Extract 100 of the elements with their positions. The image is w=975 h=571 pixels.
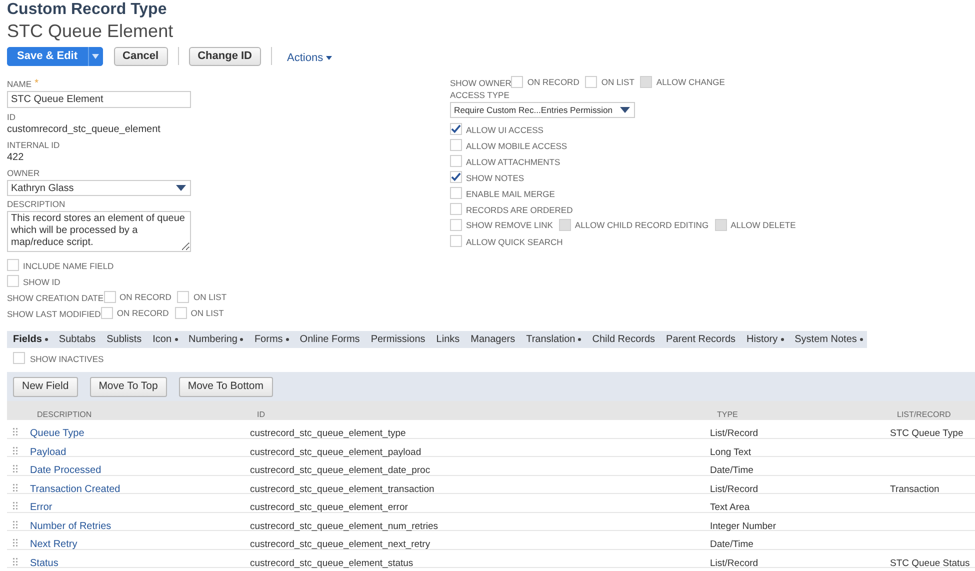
field-label: ON LIST [601,76,634,88]
sublist-button[interactable]: Move To Top [90,376,167,396]
tab[interactable]: Child Records [592,332,656,347]
field-link[interactable]: Status [30,558,58,568]
drag-handle-icon[interactable] [13,465,18,473]
field-label: SHOW INACTIVES [30,354,104,365]
field-link[interactable]: Date Processed [30,465,102,476]
tab[interactable]: Parent Records [666,332,736,347]
field-label: DESCRIPTION [7,199,66,210]
field-label: ALLOW CHANGE [656,76,725,88]
table-cell: custrecord_stc_queue_element_error [250,502,408,513]
toolbar-button[interactable]: Change ID [188,46,262,66]
toolbar-button[interactable]: Cancel [114,46,168,66]
field-label: ALLOW CHILD RECORD EDITING [574,220,709,230]
table-cell: Transaction [890,484,940,494]
field-label: ALLOW DELETE [730,220,796,230]
column-header: TYPE [717,410,738,419]
table-cell: custrecord_stc_queue_element_transaction [250,484,434,494]
description-textarea[interactable]: This record stores an element of queue which will be processed by a map/reduce script. [7,211,191,252]
field-label: INCLUDE NAME FIELD [23,261,114,272]
field-link[interactable]: Number of Retries [30,520,112,532]
sublist-button[interactable]: New Field [13,376,78,396]
field-link[interactable]: Error [30,502,52,513]
field-label: SHOW LAST MODIFIED [7,309,101,320]
table-cell: List/Record [710,558,758,568]
table-cell: Text Area [710,502,750,513]
table-cell: custrecord_stc_queue_element_next_retry [250,539,430,550]
tab[interactable]: Translation [526,332,582,347]
table-cell: custrecord_stc_queue_element_payload [250,446,422,458]
checkbox[interactable] [450,123,462,135]
tab[interactable]: Links [436,332,460,347]
table-cell: Integer Number [710,520,776,532]
field-value: customrecord_stc_queue_element [7,124,160,136]
table-cell: custrecord_stc_queue_element_num_retries [250,520,438,532]
drag-handle-icon[interactable] [13,428,18,436]
table-cell: List/Record [710,428,758,439]
tab[interactable]: System Notes [794,332,863,347]
tab[interactable]: Permissions [370,332,426,347]
field-label: ALLOW UI ACCESS [466,125,544,136]
field-label: SHOW ID [23,277,60,288]
table-cell: List/Record [710,484,758,494]
field-label: RECORDS ARE ORDERED [466,205,573,216]
field-link[interactable]: Queue Type [30,428,84,439]
tab[interactable]: Managers [470,332,516,347]
tab[interactable]: Online Forms [300,332,360,347]
field-label: ENABLE MAIL MERGE [466,189,555,200]
table-cell: custrecord_stc_queue_element_status [250,558,414,568]
checkbox[interactable] [450,171,462,183]
field-label: INTERNAL ID [7,140,60,151]
field-value: 422 [7,152,24,164]
field-link[interactable]: Transaction Created [30,484,120,494]
table-cell: STC Queue Status [890,558,970,568]
actions-menu[interactable]: Actions [287,50,332,66]
field-link[interactable]: Payload [30,446,66,458]
field-link[interactable]: Next Retry [30,539,78,550]
tab[interactable]: Fields [13,332,48,347]
record-name: STC Queue Element [7,20,174,43]
sublist-button[interactable]: Move To Bottom [178,376,273,396]
drag-handle-icon[interactable] [13,520,18,528]
caret-icon [176,185,186,191]
column-header: ID [257,410,265,419]
tab[interactable]: History [746,332,784,347]
table-cell: custrecord_stc_queue_element_type [250,428,406,439]
field-label: ALLOW ATTACHMENTS [466,157,560,168]
drag-handle-icon[interactable] [13,484,18,492]
dropdown-field[interactable]: Kathryn Glass [7,180,191,196]
page-title: Custom Record Type [7,0,167,19]
tab[interactable]: Icon [152,332,178,347]
name-input[interactable]: STC Queue Element [7,91,191,108]
dropdown-button[interactable] [88,46,103,66]
drag-handle-icon[interactable] [13,539,18,547]
drag-handle-icon[interactable] [13,558,18,566]
field-label: ALLOW QUICK SEARCH [466,237,563,248]
table-cell: Date/Time [710,539,754,550]
drag-handle-icon[interactable] [13,446,18,454]
field-label: SHOW CREATION DATE [7,293,104,304]
table-cell: Long Text [710,446,752,458]
field-label: ON RECORD [116,308,169,318]
required-mark: * [34,79,38,89]
caret-icon [92,54,100,58]
field-label: SHOW REMOVE LINK [466,220,553,230]
field-label: ON RECORD [527,76,580,88]
dropdown-field[interactable]: Require Custom Rec...Entries Permission [450,102,635,118]
table-cell: Date/Time [710,465,754,476]
drag-handle-icon[interactable] [13,502,18,510]
tab[interactable]: Subtabs [58,332,96,347]
field-label: ALLOW MOBILE ACCESS [466,141,568,152]
caret-icon [620,107,630,113]
tab[interactable]: Sublists [106,332,142,347]
field-label: ON LIST [193,292,227,302]
tab[interactable]: Numbering [188,332,244,347]
table-cell: STC Queue Type [890,428,964,439]
field-label: ACCESS TYPE [450,90,510,101]
caret-icon [326,56,332,60]
column-header: LIST/RECORD [897,410,951,419]
table-cell: custrecord_stc_queue_element_date_proc [250,465,430,476]
column-header: DESCRIPTION [37,410,92,419]
tab[interactable]: Forms [254,332,289,347]
field-label: SHOW NOTES [466,173,524,184]
field-label: SHOW OWNER [450,78,512,89]
